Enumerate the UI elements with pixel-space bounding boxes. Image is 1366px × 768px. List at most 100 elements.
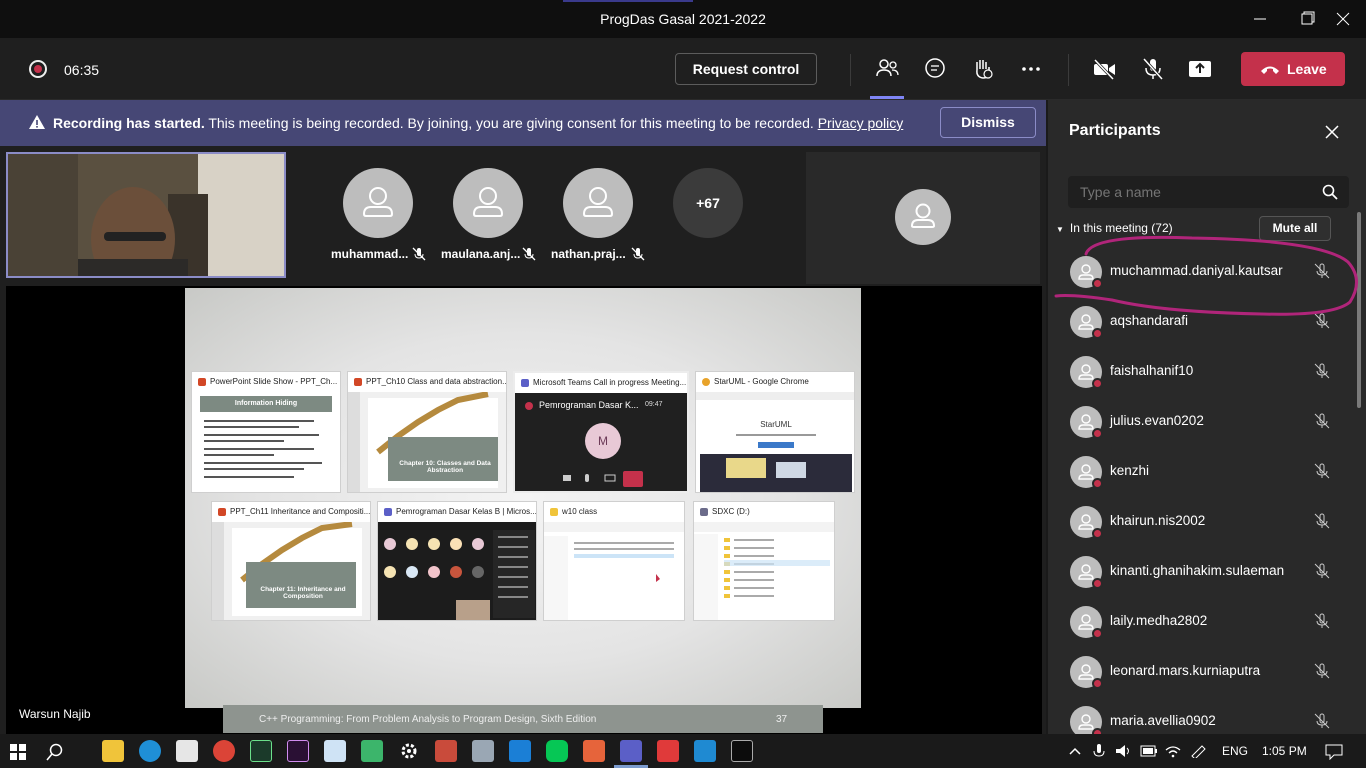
toolbar-divider [1068, 54, 1069, 86]
slide-footer: C++ Programming: From Problem Analysis t… [223, 705, 823, 733]
edge-icon[interactable] [139, 740, 161, 762]
mic-off-icon[interactable] [1314, 613, 1330, 629]
mic-off-icon[interactable] [1314, 663, 1330, 679]
toolbar-divider [850, 54, 851, 86]
participant-row[interactable]: kenzhi [1068, 446, 1348, 496]
dismiss-button[interactable]: Dismiss [940, 107, 1036, 138]
teams-icon[interactable] [620, 740, 642, 762]
window-thumbnail[interactable]: Pemrograman Dasar Kelas B | Micros... [377, 501, 537, 621]
notification-icon[interactable] [1325, 744, 1343, 760]
title-bar: ProgDas Gasal 2021-2022 [0, 0, 1366, 38]
presenter-video[interactable] [6, 152, 286, 278]
person-icon [910, 203, 936, 228]
app-grid-icon[interactable] [435, 740, 457, 762]
participant-row[interactable]: leonard.mars.kurniaputra [1068, 646, 1348, 696]
battery-icon[interactable] [1140, 745, 1158, 757]
file-explorer-icon[interactable] [102, 740, 124, 762]
mic-off-icon [412, 247, 426, 261]
line-icon[interactable] [546, 740, 568, 762]
participant-tile[interactable] [806, 152, 1040, 284]
chrome-icon[interactable] [213, 740, 235, 762]
close-icon[interactable] [1324, 124, 1340, 140]
more-participants-button[interactable]: +67 [673, 168, 743, 238]
leave-button[interactable]: Leave [1241, 52, 1345, 86]
drive-icon [700, 508, 708, 516]
privacy-policy-link[interactable]: Privacy policy [818, 115, 904, 131]
slide-heading: Chapter 10: Classes and Data Abstraction [399, 460, 491, 474]
remote-desktop-icon[interactable] [472, 740, 494, 762]
mic-off-icon[interactable] [1314, 563, 1330, 579]
mic-off-icon[interactable] [1314, 463, 1330, 479]
clock[interactable]: 1:05 PM [1262, 744, 1307, 758]
close-window-button[interactable] [1331, 8, 1355, 30]
status-dot [1092, 328, 1103, 339]
mic-off-icon[interactable] [1314, 713, 1330, 729]
minimize-button[interactable] [1248, 8, 1272, 30]
people-icon[interactable] [874, 56, 900, 82]
photos-icon[interactable] [509, 740, 531, 762]
powerpoint-icon [198, 378, 206, 386]
person-icon [472, 187, 504, 217]
thumbnail-title: StarUML - Google Chrome [714, 377, 809, 386]
chat-icon[interactable] [922, 56, 948, 82]
participant-name: kenzhi [1110, 463, 1150, 478]
window-thumbnail[interactable]: StarUML - Google Chrome StarUML [695, 371, 855, 493]
participant-avatar[interactable] [343, 168, 413, 238]
request-control-button[interactable]: Request control [675, 53, 817, 85]
settings-icon[interactable] [398, 740, 420, 762]
pen-icon[interactable] [1190, 744, 1208, 758]
notepad-icon[interactable] [324, 740, 346, 762]
windows-taskbar: ENG 1:05 PM [0, 734, 1366, 768]
participant-row[interactable]: laily.medha2802 [1068, 596, 1348, 646]
window-thumbnail[interactable]: PowerPoint Slide Show - PPT_Ch... Inform… [191, 371, 341, 493]
participant-name: laily.medha2802 [1110, 613, 1208, 628]
windows-start-icon[interactable] [10, 744, 26, 760]
terminal-icon[interactable] [731, 740, 753, 762]
vscode-icon[interactable] [694, 740, 716, 762]
presenter-name: Warsun Najib [19, 707, 91, 721]
mic-off-icon[interactable] [1314, 513, 1330, 529]
window-thumbnail[interactable]: w10 class [543, 501, 685, 621]
participant-row[interactable]: julius.evan0202 [1068, 396, 1348, 446]
search-icon[interactable] [46, 743, 64, 761]
mic-off-icon[interactable] [1314, 363, 1330, 379]
share-screen-icon[interactable] [1187, 56, 1213, 82]
language-indicator[interactable]: ENG [1222, 744, 1248, 758]
call-time: 09:47 [645, 401, 663, 408]
shared-screen[interactable]: PowerPoint Slide Show - PPT_Ch... Inform… [185, 288, 861, 708]
window-thumbnail[interactable]: PPT_Ch10 Class and data abstraction... C… [347, 371, 507, 493]
slide-page-number: 37 [776, 714, 788, 725]
participant-avatar[interactable] [453, 168, 523, 238]
recording-banner: Recording has started. This meeting is b… [0, 100, 1046, 146]
participant-avatar[interactable] [563, 168, 633, 238]
media-player-icon[interactable] [361, 740, 383, 762]
microphone-icon[interactable] [1092, 743, 1106, 759]
participant-row[interactable]: khairun.nis2002 [1068, 496, 1348, 546]
mic-off-icon[interactable] [1314, 413, 1330, 429]
search-icon[interactable] [1322, 184, 1338, 200]
window-thumbnail[interactable]: SDXC (D:) [693, 501, 835, 621]
more-icon[interactable] [1018, 56, 1044, 82]
mic-off-icon[interactable] [1140, 56, 1166, 82]
window-thumbnail-active[interactable]: Microsoft Teams Call in progress Meeting… [513, 371, 689, 493]
premiere-icon[interactable] [287, 740, 309, 762]
camera-off-icon[interactable] [1091, 56, 1117, 82]
presenter-video-image [8, 154, 284, 276]
pdf-reader-icon[interactable] [657, 740, 679, 762]
slide-text-lines [204, 420, 322, 478]
participant-row[interactable]: faishalhanif10 [1068, 346, 1348, 396]
volume-icon[interactable] [1115, 744, 1133, 758]
participant-search-input[interactable] [1068, 176, 1349, 208]
leave-label: Leave [1287, 61, 1327, 77]
wifi-icon[interactable] [1164, 744, 1182, 758]
app-icon[interactable] [583, 740, 605, 762]
store-icon[interactable] [176, 740, 198, 762]
raise-hand-icon[interactable] [970, 56, 996, 82]
audition-icon[interactable] [250, 740, 272, 762]
window-thumbnail[interactable]: PPT_Ch11 Inheritance and Compositi... Ch… [211, 501, 371, 621]
chevron-up-icon[interactable] [1068, 746, 1082, 756]
people-active-indicator [870, 96, 904, 99]
participant-row[interactable]: kinanti.ghanihakim.sulaeman [1068, 546, 1348, 596]
maximize-button[interactable] [1294, 8, 1318, 30]
participant-avatar [895, 189, 951, 245]
